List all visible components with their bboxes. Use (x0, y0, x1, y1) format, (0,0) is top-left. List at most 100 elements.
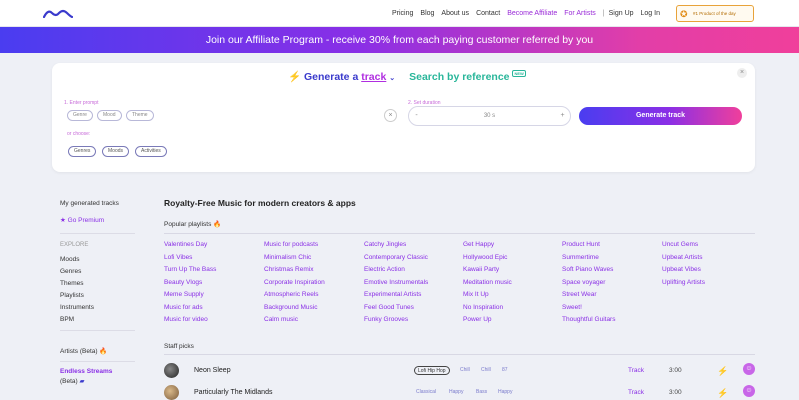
tab-generate-word[interactable]: track (361, 71, 386, 83)
sidebar-my-tracks[interactable]: My generated tracks (60, 200, 119, 207)
prompt-chip-theme[interactable]: Theme (126, 110, 154, 121)
playlist-link[interactable]: Kawaii Party (463, 266, 499, 273)
close-icon[interactable]: × (737, 68, 747, 78)
playlist-link[interactable]: Uncut Gems (662, 241, 698, 248)
generate-track-button[interactable]: Generate track (579, 107, 742, 125)
playlist-link[interactable]: Background Music (264, 304, 317, 311)
playlist-link[interactable]: Feel Good Tunes (364, 304, 414, 311)
playlist-link[interactable]: Christmas Remix (264, 266, 313, 273)
sidebar-item-genres[interactable]: Genres (60, 268, 81, 275)
sidebar-item-moods[interactable]: Moods (60, 256, 80, 263)
track-tag[interactable]: 87 (502, 366, 508, 375)
playlist-link[interactable]: Summertime (562, 254, 599, 261)
playlist-link[interactable]: Emotive Instrumentals (364, 279, 428, 286)
tab-generate[interactable]: ⚡ Generate a track ⌄ (288, 70, 395, 83)
track-menu-icon[interactable]: ☺ (743, 385, 755, 397)
playlist-link[interactable]: No Inspiration (463, 304, 503, 311)
playlist-link[interactable]: Experimental Artists (364, 291, 421, 298)
choose-chip-activities[interactable]: Activities (135, 146, 167, 157)
playlist-link[interactable]: Uplifting Artists (662, 279, 705, 286)
playlist-link[interactable]: Hollywood Epic (463, 254, 507, 261)
playlist-link[interactable]: Mix It Up (463, 291, 489, 298)
duration-field[interactable]: 30 s (408, 106, 571, 126)
playlist-link[interactable]: Meme Supply (164, 291, 204, 298)
track-tag[interactable]: Chill (481, 366, 491, 375)
track-menu-icon[interactable]: ☺ (743, 363, 755, 375)
playlist-link[interactable]: Corporate Inspiration (264, 279, 325, 286)
playlist-link[interactable]: Electric Action (364, 266, 405, 273)
playlist-link[interactable]: Valentines Day (164, 241, 207, 248)
playlist-link[interactable]: Beauty Vlogs (164, 279, 202, 286)
nav-artists[interactable]: For Artists (564, 10, 596, 17)
track-tag[interactable]: Chill (460, 366, 470, 375)
playlist-link[interactable]: Street Wear (562, 291, 597, 298)
playlist-link[interactable]: Soft Piano Waves (562, 266, 613, 273)
sidebar-item-themes[interactable]: Themes (60, 280, 83, 287)
chevron-down-icon: ⌄ (389, 75, 396, 82)
nav-contact[interactable]: Contact (476, 10, 500, 17)
playlist-link[interactable]: Power Up (463, 316, 492, 323)
playlist-link[interactable]: Calm music (264, 316, 298, 323)
playlist-link[interactable]: Get Happy (463, 241, 494, 248)
playlist-link[interactable]: Upbeat Vibes (662, 266, 701, 273)
nav-about[interactable]: About us (441, 10, 469, 17)
playlist-link[interactable]: Upbeat Artists (662, 254, 702, 261)
sidebar-item-instruments[interactable]: Instruments (60, 304, 94, 311)
nav-login[interactable]: Log In (641, 10, 660, 17)
nav-blog[interactable]: Blog (420, 10, 434, 17)
clear-prompt-button[interactable]: × (384, 109, 397, 122)
playlist-link[interactable]: Sweet! (562, 304, 582, 311)
playlist-link[interactable]: Space voyager (562, 279, 605, 286)
duration-decrease-button[interactable]: - (410, 110, 423, 123)
playlist-link[interactable]: Atmospheric Reels (264, 291, 319, 298)
duration-value: 30 s (483, 113, 496, 119)
table-row[interactable]: Neon Sleep Lofi Hip Hop Chill Chill 87 T… (164, 363, 755, 381)
track-tag[interactable]: Happy (449, 388, 463, 397)
playlist-link[interactable]: Lofi Vibes (164, 254, 192, 261)
track-tag[interactable]: Classical (416, 388, 436, 397)
product-hunt-badge[interactable]: ✪ #1 Product of the day (676, 5, 754, 22)
generate-similar-icon[interactable]: ⚡ (717, 366, 728, 377)
sidebar-item-endless[interactable]: Endless Streams (60, 368, 112, 375)
playlist-link[interactable]: Catchy Jingles (364, 241, 406, 248)
sidebar-go-premium[interactable]: ★ Go Premium (60, 216, 104, 224)
playlist-link[interactable]: Thoughtful Guitars (562, 316, 615, 323)
duration-increase-button[interactable]: + (556, 110, 569, 123)
sidebar-divider (60, 361, 135, 362)
popular-playlists-heading: Popular playlists 🔥 (164, 220, 221, 228)
logo-icon[interactable] (42, 8, 74, 20)
choose-chip-moods[interactable]: Moods (102, 146, 130, 157)
sidebar-divider (60, 233, 135, 234)
track-name[interactable]: Neon Sleep (194, 367, 231, 374)
track-tag[interactable]: Happy (498, 388, 512, 397)
nav-pricing[interactable]: Pricing (392, 10, 413, 17)
prompt-chip-genre[interactable]: Genre (67, 110, 93, 121)
track-tag[interactable]: Bass (476, 388, 487, 397)
playlist-link[interactable]: Contemporary Classic (364, 254, 428, 261)
playlist-link[interactable]: Music for ads (164, 304, 203, 311)
sidebar-item-bpm[interactable]: BPM (60, 316, 74, 323)
nav-affiliate[interactable]: Become Affiliate (507, 10, 557, 17)
affiliate-banner[interactable]: Join our Affiliate Program - receive 30%… (0, 27, 799, 53)
tab-reference-label: Search by reference (409, 70, 510, 83)
sidebar-item-playlists[interactable]: Playlists (60, 292, 84, 299)
track-cover[interactable] (164, 363, 179, 378)
sidebar-item-artists[interactable]: Artists (Beta) 🔥 (60, 347, 107, 355)
table-row[interactable]: Particularly The Midlands Classical Happ… (164, 385, 755, 400)
track-tag[interactable]: Lofi Hip Hop (414, 366, 450, 375)
playlist-link[interactable]: Turn Up The Bass (164, 266, 216, 273)
playlist-link[interactable]: Funky Grooves (364, 316, 408, 323)
nav-signup[interactable]: Sign Up (609, 10, 634, 17)
playlist-link[interactable]: Product Hunt (562, 241, 600, 248)
choose-chip-genres[interactable]: Genres (68, 146, 97, 157)
track-cover[interactable] (164, 385, 179, 400)
playlist-link[interactable]: Music for podcasts (264, 241, 318, 248)
playlist-link[interactable]: Music for video (164, 316, 208, 323)
playlist-link[interactable]: Minimalism Chic (264, 254, 311, 261)
track-name[interactable]: Particularly The Midlands (194, 389, 272, 396)
prompt-chip-mood[interactable]: Mood (97, 110, 122, 121)
playlist-link[interactable]: Meditation music (463, 279, 512, 286)
generate-similar-icon[interactable]: ⚡ (717, 388, 728, 399)
tab-reference[interactable]: Search by reference NEW (409, 70, 526, 83)
artists-label: Artists (Beta) (60, 348, 98, 355)
